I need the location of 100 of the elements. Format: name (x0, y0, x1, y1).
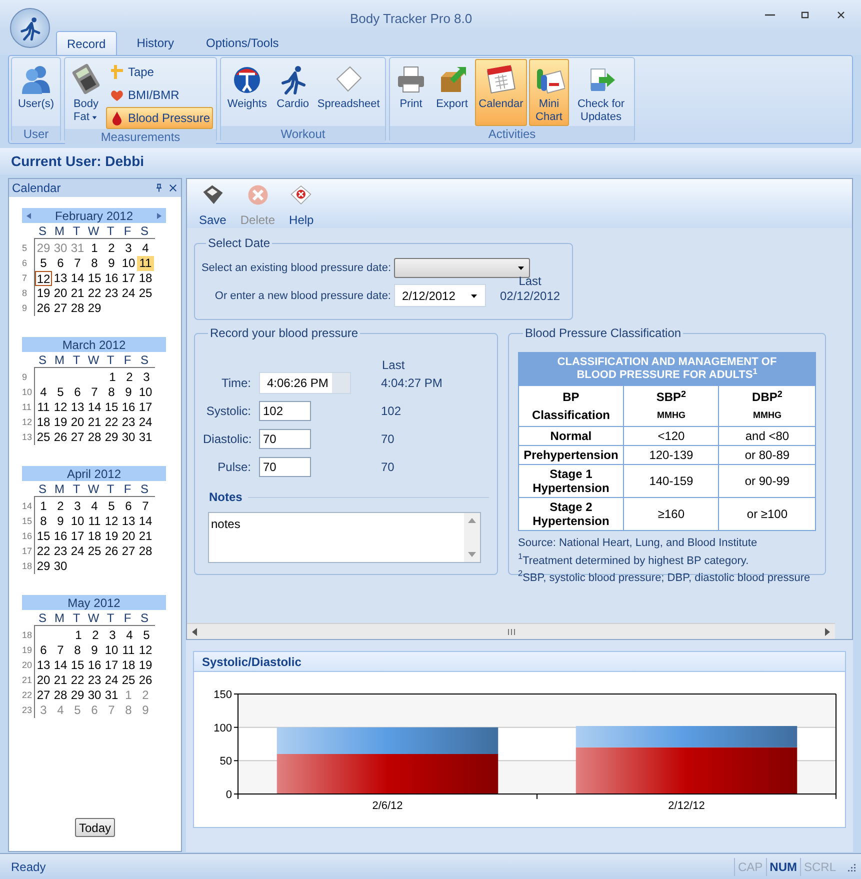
date-dropdown[interactable] (394, 258, 530, 278)
ribbon-button[interactable]: Blood Pressure (106, 107, 213, 129)
calendar-day[interactable]: 22 (86, 286, 103, 301)
calendar-day[interactable]: 26 (103, 544, 120, 559)
calendar-day[interactable]: 3 (69, 499, 86, 514)
time-field[interactable]: 4:06:26 PM (259, 372, 351, 394)
calendar-day[interactable]: 4 (121, 628, 138, 643)
calendar-day[interactable]: 14 (69, 271, 86, 286)
calendar-day[interactable]: 11 (86, 514, 103, 529)
ribbon-tab[interactable]: Record (56, 31, 117, 55)
calendar-day[interactable]: 14 (52, 658, 69, 673)
calendar-day[interactable]: 6 (120, 499, 137, 514)
calendar-day[interactable]: 27 (35, 688, 52, 703)
calendar-day[interactable]: 30 (86, 688, 103, 703)
calendar-day[interactable]: 24 (69, 544, 86, 559)
calendar-day[interactable]: 2 (87, 628, 104, 643)
calendar-day[interactable]: 29 (103, 430, 120, 445)
calendar-day[interactable]: 2 (121, 370, 138, 385)
grip-icon[interactable] (508, 628, 514, 634)
calendar-day[interactable]: 8 (86, 256, 103, 271)
calendar-day[interactable]: 27 (120, 544, 137, 559)
calendar-day[interactable]: 10 (103, 643, 120, 658)
calendar-day[interactable]: 11 (35, 400, 52, 415)
calendar-day[interactable]: 30 (52, 559, 69, 574)
input-field[interactable]: 70 (259, 429, 311, 449)
calendar-day[interactable]: 23 (120, 415, 137, 430)
toolbar-button[interactable]: Save (199, 183, 226, 229)
calendar-day[interactable]: 9 (120, 385, 137, 400)
calendar-day[interactable]: 29 (35, 559, 52, 574)
calendar-day[interactable]: 28 (137, 544, 154, 559)
calendar-day[interactable]: 19 (103, 529, 120, 544)
calendar-day[interactable]: 5 (35, 256, 52, 271)
calendar-day[interactable]: 13 (69, 400, 86, 415)
calendar-day[interactable]: 15 (69, 658, 86, 673)
calendar-day[interactable]: 12 (103, 514, 120, 529)
ribbon-tab[interactable]: Options/Tools (196, 31, 289, 55)
calendar-day[interactable]: 22 (69, 673, 86, 688)
calendar-day[interactable]: 24 (137, 415, 154, 430)
calendar-day[interactable]: 9 (52, 514, 69, 529)
calendar-day[interactable]: 20 (120, 529, 137, 544)
calendar-day[interactable]: 6 (52, 256, 69, 271)
calendar-day[interactable]: 8 (35, 514, 52, 529)
calendar-day[interactable]: 7 (52, 643, 69, 658)
ribbon-button[interactable]: Cardio (272, 59, 314, 126)
calendar-day[interactable]: 8 (69, 643, 86, 658)
ribbon-button[interactable]: Print (393, 59, 429, 126)
calendar-day[interactable]: 5 (52, 385, 69, 400)
calendar-day[interactable]: 6 (69, 385, 86, 400)
calendar-day[interactable]: 8 (103, 385, 120, 400)
calendar-day[interactable]: 18 (35, 415, 52, 430)
calendar-day[interactable]: 1 (35, 499, 52, 514)
calendar-day[interactable]: 20 (35, 673, 52, 688)
calendar-day[interactable]: 22 (35, 544, 52, 559)
calendar-day[interactable]: 21 (69, 286, 86, 301)
toolbar-button[interactable]: Help (289, 183, 314, 229)
calendar-day[interactable]: 29 (69, 688, 86, 703)
calendar-day[interactable]: 4 (137, 241, 154, 256)
calendar-day[interactable]: 23 (86, 673, 103, 688)
calendar-day[interactable]: 12 (35, 271, 52, 286)
ribbon-button[interactable]: Calendar (475, 59, 527, 126)
calendar-day[interactable]: 10 (137, 385, 154, 400)
calendar-day[interactable]: 11 (120, 643, 137, 658)
calendar-day[interactable]: 15 (103, 400, 120, 415)
calendar-day[interactable]: 27 (69, 430, 86, 445)
calendar-day[interactable]: 9 (86, 643, 103, 658)
ribbon-button[interactable]: Check for Updates (571, 59, 631, 126)
calendar-day[interactable]: 17 (120, 271, 137, 286)
calendar-day[interactable]: 19 (137, 658, 154, 673)
calendar-day[interactable]: 23 (52, 544, 69, 559)
calendar-day[interactable]: 1 (70, 628, 87, 643)
calendar-day[interactable]: 3 (138, 370, 155, 385)
calendar-day[interactable]: 17 (69, 529, 86, 544)
ribbon-button[interactable]: Spreadsheet (315, 59, 382, 126)
input-field[interactable]: 70 (259, 457, 311, 477)
ribbon-button[interactable]: User(s) (15, 59, 57, 126)
calendar-day[interactable]: 13 (52, 271, 69, 286)
calendar-day[interactable]: 10 (120, 256, 137, 271)
ribbon-button[interactable]: Weights (224, 59, 270, 126)
right-arrow-icon[interactable] (825, 628, 831, 636)
calendar-day[interactable]: 24 (103, 673, 120, 688)
calendar-day[interactable]: 2 (52, 499, 69, 514)
calendar-day[interactable]: 27 (52, 301, 69, 316)
calendar-day[interactable]: 13 (35, 658, 52, 673)
ribbon-button[interactable]: BMI/BMR (106, 84, 213, 106)
calendar-day[interactable]: 31 (137, 430, 154, 445)
calendar-day[interactable]: 25 (86, 544, 103, 559)
calendar-day[interactable]: 5 (138, 628, 155, 643)
calendar-day[interactable]: 18 (137, 271, 154, 286)
calendar-day[interactable]: 17 (103, 658, 120, 673)
calendar-day[interactable]: 16 (86, 658, 103, 673)
calendar-day[interactable]: 11 (137, 256, 154, 271)
date-picker[interactable]: 2/12/2012 (394, 284, 486, 307)
calendar-day[interactable]: 16 (120, 400, 137, 415)
calendar-day[interactable]: 30 (120, 430, 137, 445)
calendar-day[interactable]: 2 (103, 241, 120, 256)
calendar-day[interactable]: 26 (52, 430, 69, 445)
calendar-day[interactable]: 4 (35, 385, 52, 400)
calendar-day[interactable]: 19 (52, 415, 69, 430)
calendar-day[interactable]: 14 (137, 514, 154, 529)
calendar-day[interactable]: 28 (86, 430, 103, 445)
